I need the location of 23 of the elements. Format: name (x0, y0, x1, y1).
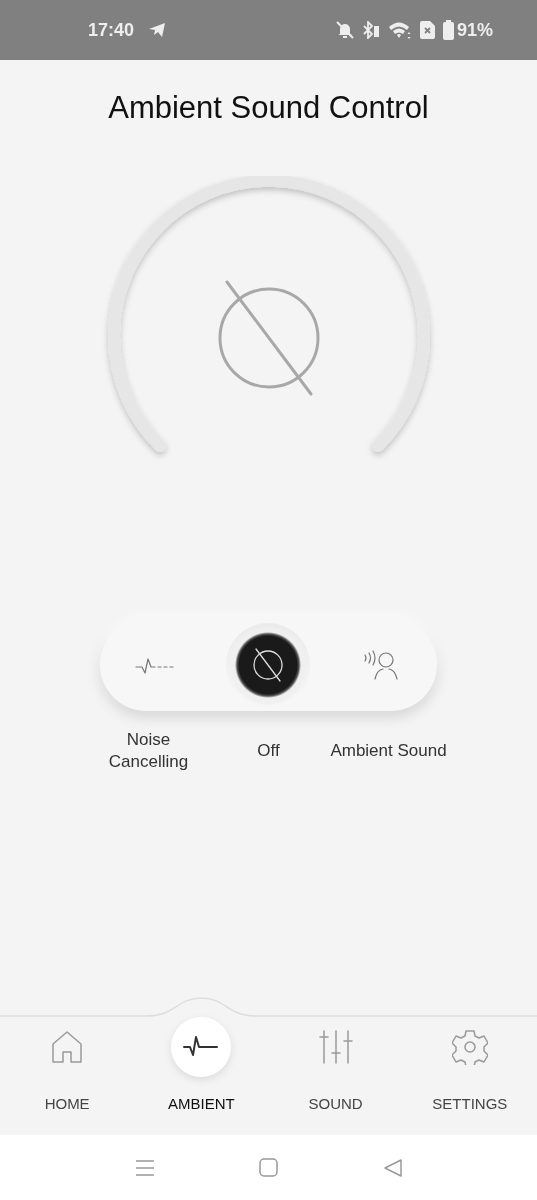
battery-icon (442, 20, 454, 40)
send-icon (148, 22, 167, 38)
bluetooth-icon (361, 21, 380, 39)
mode-label: Ambient Sound (330, 740, 447, 762)
nav-tab[interactable]: HOME (0, 1017, 135, 1112)
muted-bell-icon (335, 21, 354, 39)
nav-tab[interactable]: SETTINGS (402, 1017, 537, 1112)
sim-card-icon (419, 21, 435, 39)
home-icon (51, 1030, 84, 1064)
wifi-icon (387, 21, 412, 39)
clock: 17:40 (88, 19, 135, 41)
home-button-icon[interactable] (258, 1157, 279, 1178)
nav-tab[interactable]: AMBIENT (134, 1017, 269, 1112)
battery-level: 91% (456, 19, 493, 41)
mode-label: Noise Cancelling (107, 729, 190, 773)
off-icon (219, 282, 318, 394)
equalizer-icon (318, 1030, 353, 1064)
screen-title: Ambient Sound Control (108, 90, 429, 126)
settings-icon (451, 1029, 488, 1065)
back-icon[interactable] (382, 1157, 403, 1178)
menu-icon[interactable] (134, 1158, 155, 1177)
mode-label: Off (257, 740, 280, 762)
nav-tab[interactable]: SOUND (268, 1017, 403, 1112)
